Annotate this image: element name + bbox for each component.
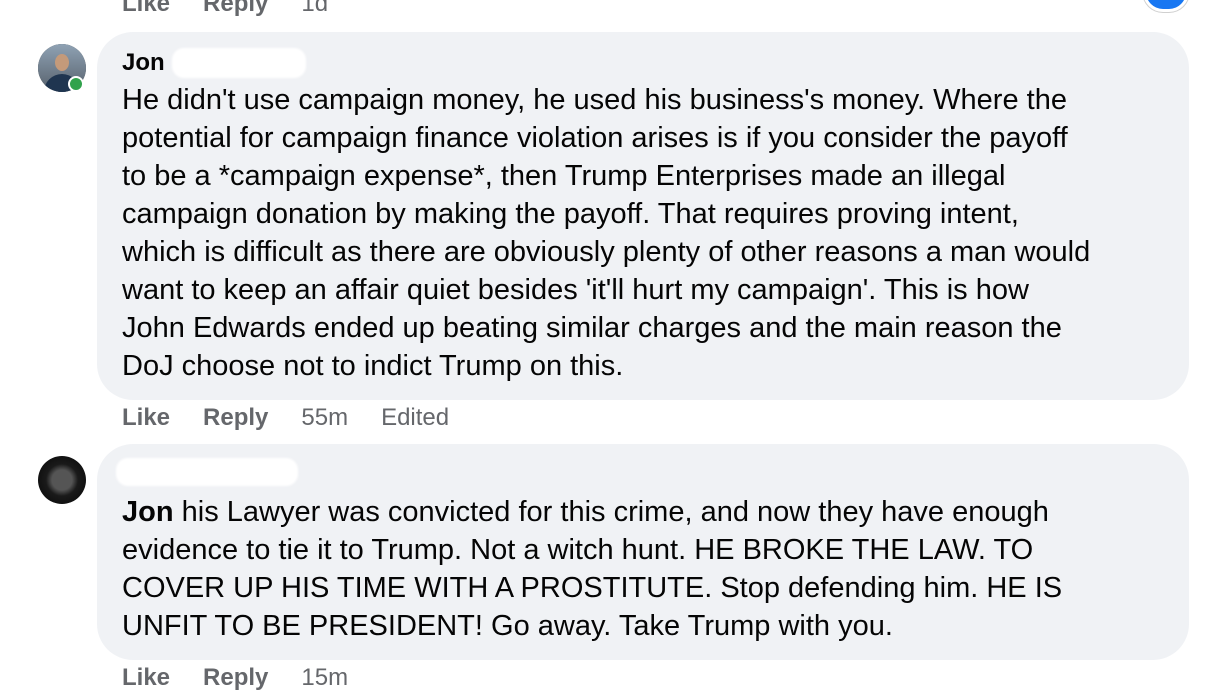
comment-actions: Like Reply 55m Edited bbox=[122, 404, 482, 432]
comment-timestamp[interactable]: 15m bbox=[301, 664, 348, 692]
comment-thread: Like Reply 1d Jon He didn't use campaign… bbox=[0, 0, 1214, 698]
reply-button[interactable]: Reply bbox=[203, 0, 268, 18]
comment-author[interactable]: Jon bbox=[122, 49, 165, 77]
edited-label[interactable]: Edited bbox=[381, 404, 449, 432]
redacted-name bbox=[172, 48, 306, 78]
like-button[interactable]: Like bbox=[122, 404, 170, 432]
mention-link[interactable]: Jon bbox=[122, 496, 174, 528]
comment-actions: Like Reply 15m bbox=[122, 664, 381, 692]
reply-button[interactable]: Reply bbox=[203, 404, 268, 432]
online-status-icon bbox=[68, 76, 84, 92]
comment-timestamp[interactable]: 1d bbox=[301, 0, 328, 18]
comment-timestamp[interactable]: 55m bbox=[301, 404, 348, 432]
like-button[interactable]: Like bbox=[122, 0, 170, 18]
avatar[interactable] bbox=[38, 456, 86, 504]
avatar-head bbox=[55, 54, 69, 71]
like-button[interactable]: Like bbox=[122, 664, 170, 692]
reply-avatar-fragment[interactable] bbox=[1143, 0, 1189, 12]
redacted-author-name bbox=[116, 458, 298, 486]
previous-comment-actions: Like Reply 1d bbox=[122, 0, 361, 18]
reply-button[interactable]: Reply bbox=[203, 664, 268, 692]
comment-body: his Lawyer was convicted for this crime,… bbox=[122, 496, 1063, 642]
comment-text: He didn't use campaign money, he used hi… bbox=[122, 84, 1091, 382]
comment-text: Jon his Lawyer was convicted for this cr… bbox=[122, 493, 1172, 645]
